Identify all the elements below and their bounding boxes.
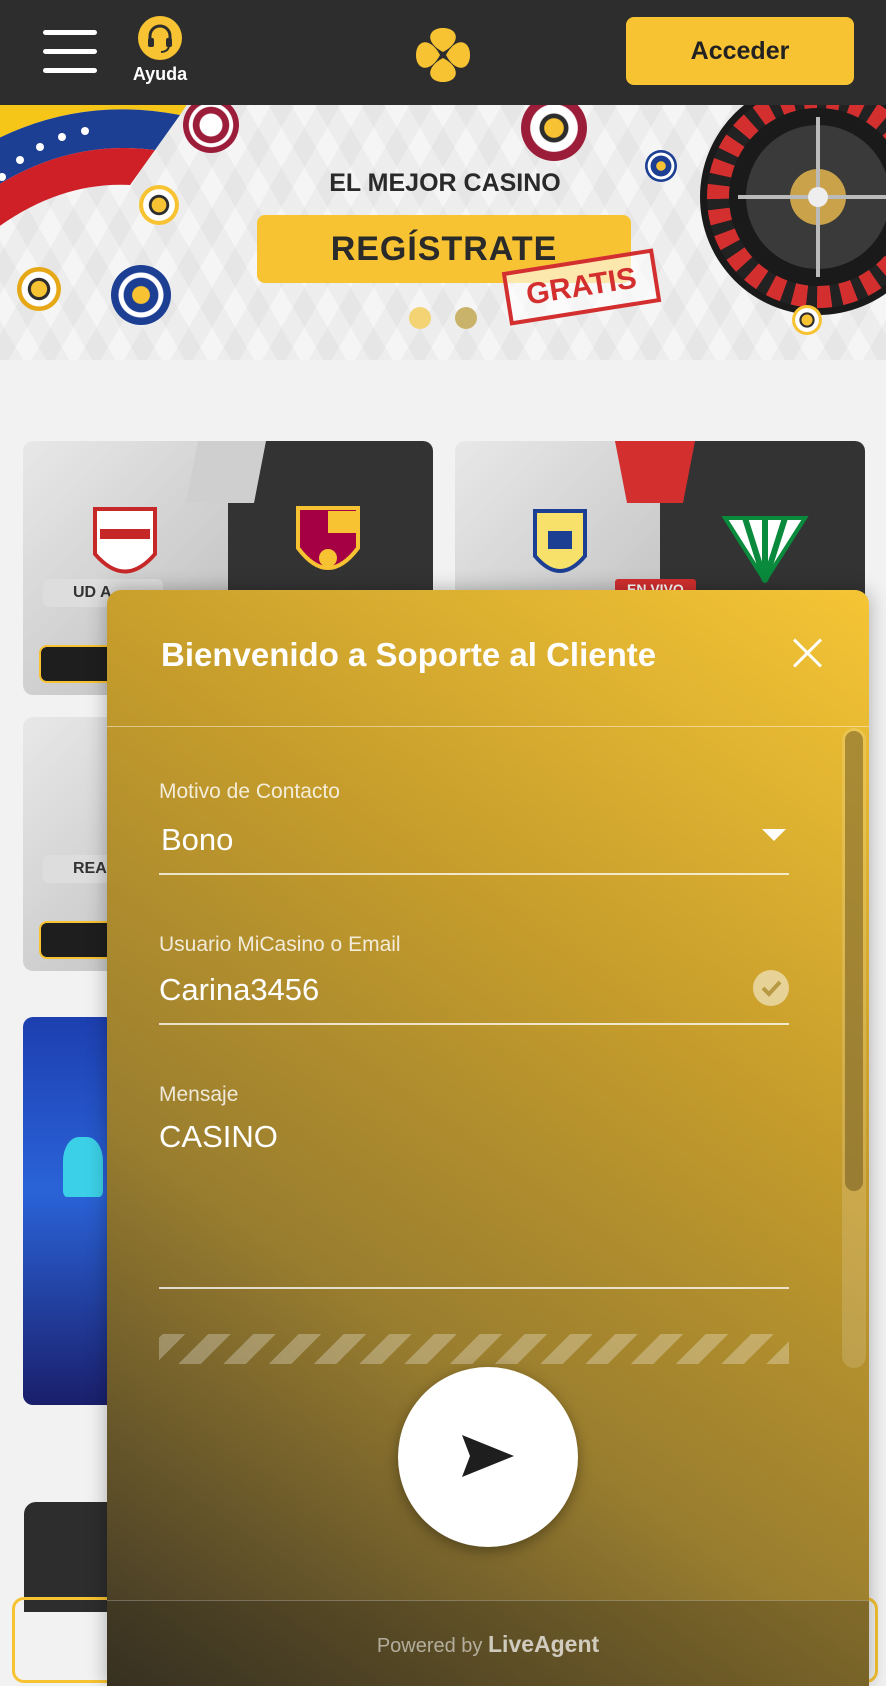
las-palmas-crest-image <box>533 509 587 573</box>
contact-reason-select[interactable]: Bono <box>161 822 233 858</box>
username-underline <box>159 1023 789 1025</box>
chat-footer: Powered by LiveAgent <box>107 1600 869 1686</box>
help-button[interactable]: Ayuda <box>125 16 195 86</box>
almeria-crest-image <box>93 507 157 574</box>
login-button[interactable]: Acceder <box>626 17 854 85</box>
banner-heading: EL MEJOR CASINO <box>329 169 561 197</box>
message-label: Mensaje <box>159 1083 239 1106</box>
close-icon[interactable] <box>790 636 824 670</box>
send-icon <box>462 1434 514 1477</box>
casino-chip-image <box>521 105 587 161</box>
powered-by-text: Powered by LiveAgent <box>107 1631 869 1658</box>
contact-reason-underline <box>159 873 789 875</box>
chat-header: Bienvenido a Soporte al Cliente <box>107 590 869 727</box>
clover-logo[interactable] <box>412 24 474 86</box>
betis-crest-image <box>721 516 809 583</box>
chat-title: Bienvenido a Soporte al Cliente <box>161 636 657 673</box>
liveagent-brand[interactable]: LiveAgent <box>488 1631 599 1657</box>
support-chat-widget: Bienvenido a Soporte al Cliente Motivo d… <box>107 590 869 1686</box>
carousel-dot-active[interactable] <box>409 307 431 329</box>
promo-banner[interactable]: EL MEJOR CASINO REGÍSTRATE GRATIS <box>0 105 886 360</box>
casino-chip-image <box>183 105 239 153</box>
casino-chip-image <box>139 185 179 225</box>
casino-chip-image <box>792 305 822 335</box>
scrollbar-thumb[interactable] <box>845 731 863 1191</box>
caret-down-icon[interactable] <box>762 829 786 841</box>
casino-chip-image <box>111 265 171 325</box>
laliga-logo <box>615 441 695 503</box>
message-textarea[interactable]: CASINO <box>159 1119 278 1155</box>
barcelona-crest-image <box>296 506 360 570</box>
carousel-dot[interactable] <box>455 307 477 329</box>
top-navigation-bar: Ayuda Acceder <box>0 0 886 105</box>
casino-chip-image <box>17 267 61 311</box>
message-underline <box>159 1287 789 1289</box>
captcha-stripe-bar <box>159 1334 789 1364</box>
help-label: Ayuda <box>132 64 188 84</box>
roulette-wheel-image <box>700 105 886 315</box>
game-art-image <box>63 1137 103 1197</box>
username-label: Usuario MiCasino o Email <box>159 933 401 956</box>
laliga-logo <box>186 441 266 503</box>
send-button[interactable] <box>398 1367 578 1547</box>
contact-reason-label: Motivo de Contacto <box>159 780 340 803</box>
powered-by-prefix: Powered by <box>376 1635 483 1657</box>
casino-chip-image <box>645 150 677 182</box>
headset-icon <box>138 16 182 60</box>
username-input[interactable]: Carina3456 <box>159 972 319 1008</box>
hamburger-menu-icon[interactable] <box>43 30 97 74</box>
check-circle-icon <box>753 970 789 1006</box>
